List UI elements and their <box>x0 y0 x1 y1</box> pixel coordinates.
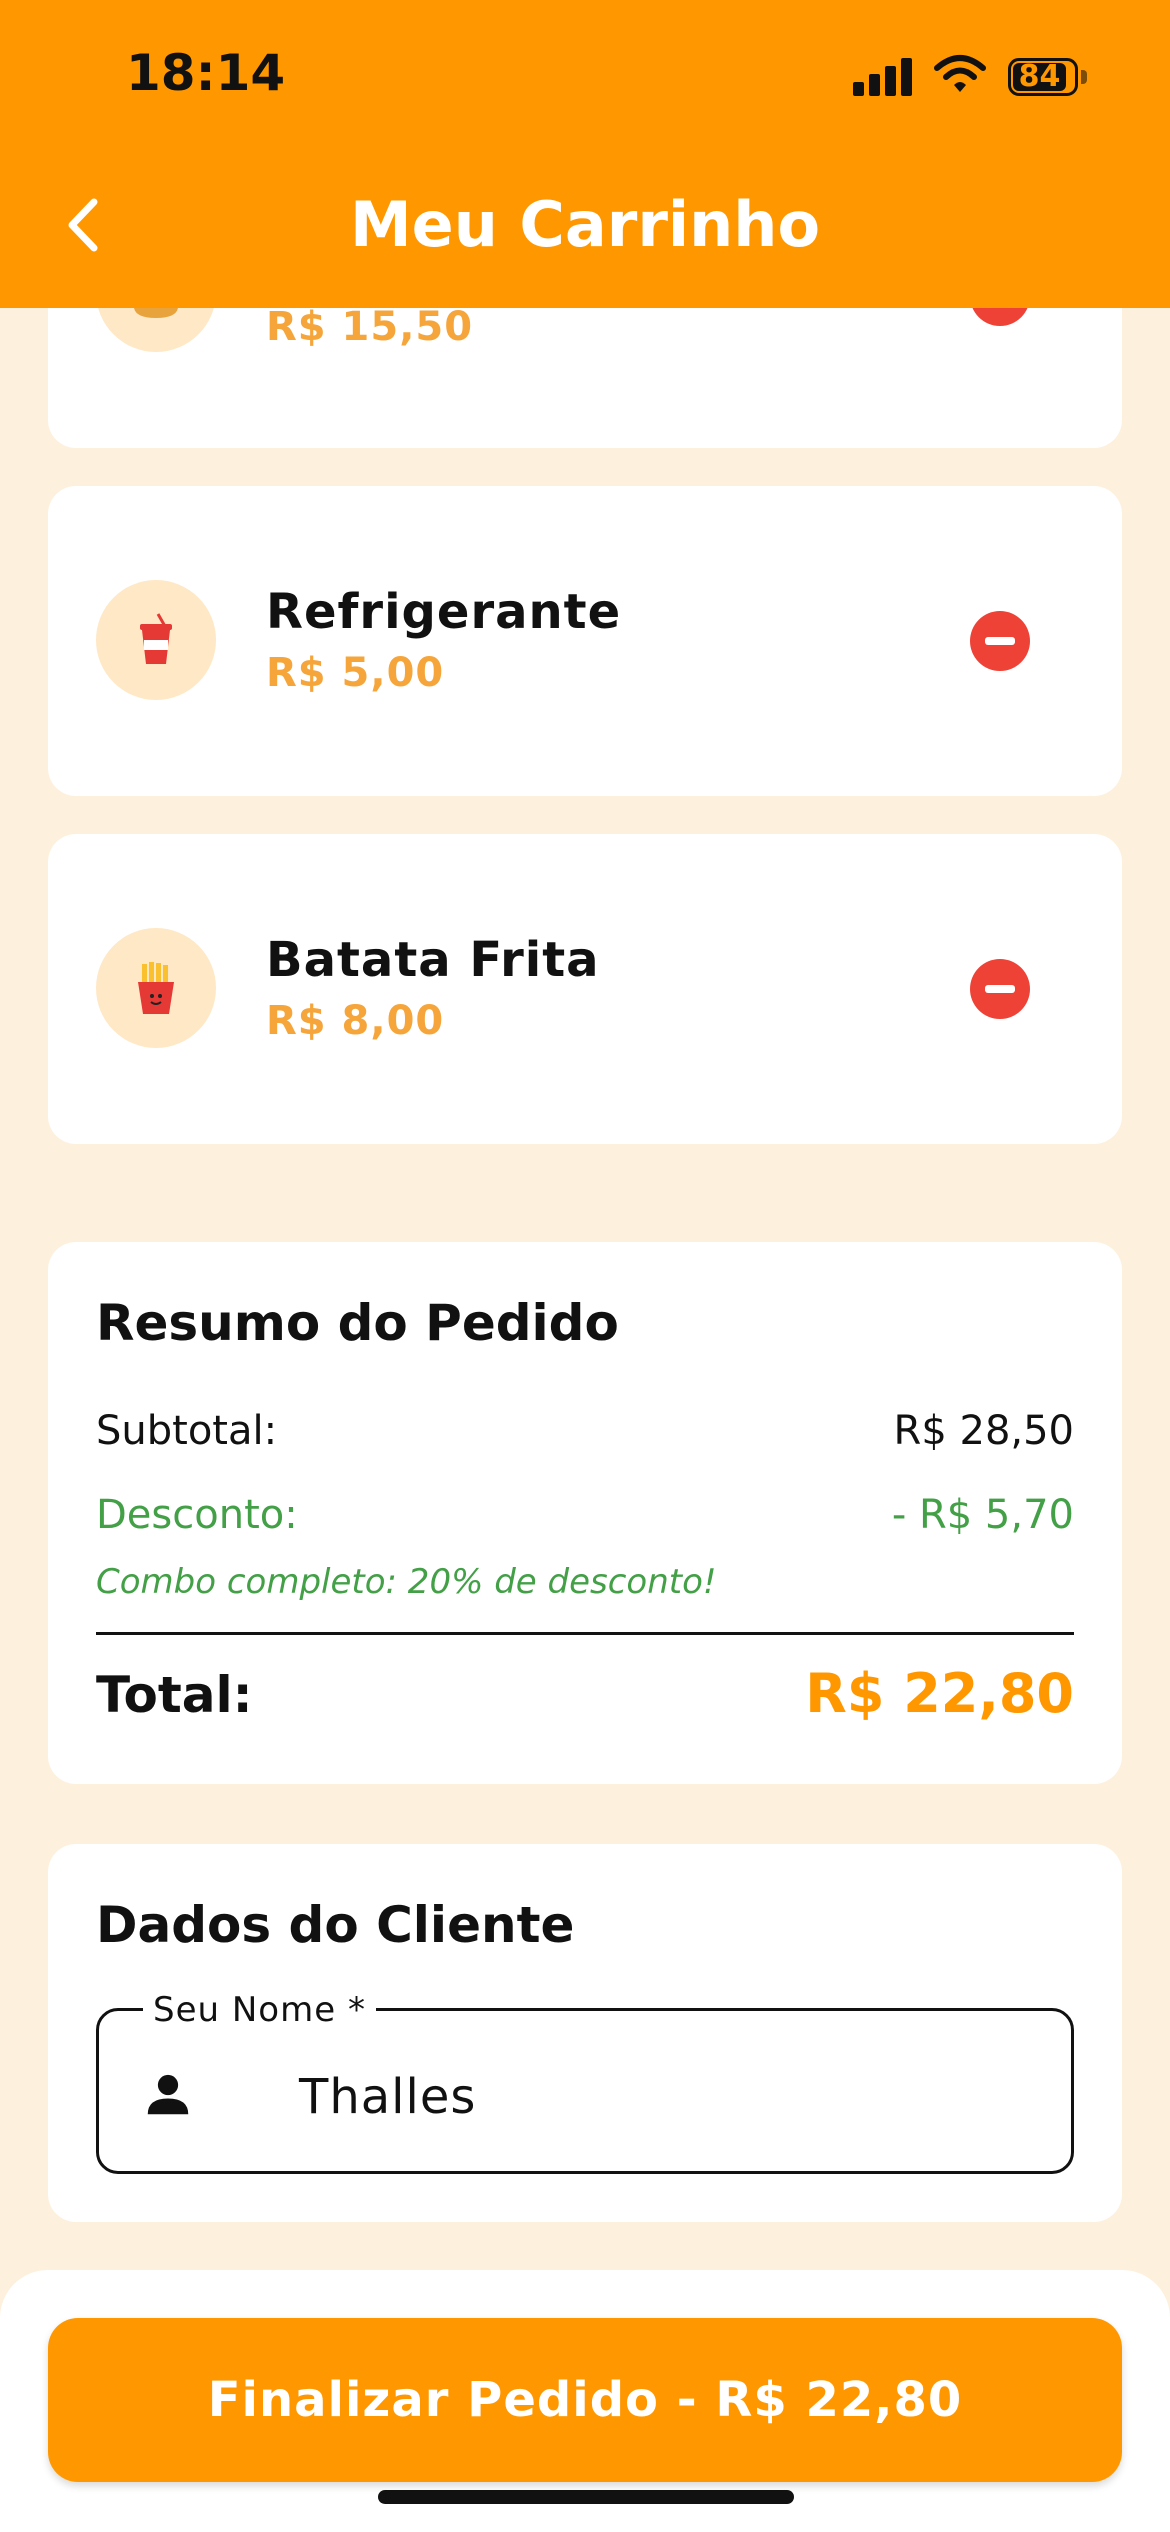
discount-note: Combo completo: 20% de desconto! <box>96 1562 717 1602</box>
wifi-icon <box>934 54 986 94</box>
cart-item-name: Refrigerante <box>266 584 622 640</box>
order-summary-card: Resumo do Pedido Subtotal: R$ 28,50 Desc… <box>48 1242 1122 1784</box>
customer-data-card: Dados do Cliente Thalles Seu Nome * <box>48 1844 1122 2222</box>
app-header: 18:14 84 Meu Carrinho <box>0 0 1170 308</box>
cart-item-price: R$ 5,00 <box>266 650 445 696</box>
name-input-value: Thalles <box>299 2069 477 2125</box>
discount-value: - R$ 5,70 <box>891 1492 1074 1538</box>
home-indicator[interactable] <box>378 2490 794 2504</box>
cart-item-card: Batata Frita R$ 8,00 <box>48 834 1122 1144</box>
name-input-label: Seu Nome * <box>143 1990 376 2030</box>
remove-item-button[interactable] <box>970 959 1030 1019</box>
cart-item-price: R$ 8,00 <box>266 998 445 1044</box>
discount-label: Desconto: <box>96 1492 298 1538</box>
french-fries-icon <box>96 928 216 1048</box>
cart-item-name: Batata Frita <box>266 932 600 988</box>
total-label: Total: <box>96 1666 253 1724</box>
summary-divider <box>96 1632 1074 1635</box>
cart-item-card: Refrigerante R$ 5,00 <box>48 486 1122 796</box>
soda-cup-icon <box>96 580 216 700</box>
battery-icon: 84 <box>1008 58 1090 98</box>
status-time: 18:14 <box>126 44 286 102</box>
subtotal-value: R$ 28,50 <box>893 1408 1074 1454</box>
summary-title: Resumo do Pedido <box>96 1294 619 1352</box>
customer-title: Dados do Cliente <box>96 1896 575 1954</box>
cart-item-price: R$ 15,50 <box>266 304 474 350</box>
total-value: R$ 22,80 <box>805 1662 1074 1725</box>
checkout-button-label: Finalizar Pedido - R$ 22,80 <box>207 2372 963 2428</box>
cellular-signal-icon <box>853 56 915 96</box>
page-title: Meu Carrinho <box>349 188 821 261</box>
checkout-button[interactable]: Finalizar Pedido - R$ 22,80 <box>48 2318 1122 2482</box>
name-input[interactable]: Thalles <box>96 2008 1074 2174</box>
subtotal-label: Subtotal: <box>96 1408 278 1454</box>
remove-item-button[interactable] <box>970 611 1030 671</box>
battery-level: 84 <box>1018 59 1061 94</box>
person-icon <box>141 2067 195 2121</box>
